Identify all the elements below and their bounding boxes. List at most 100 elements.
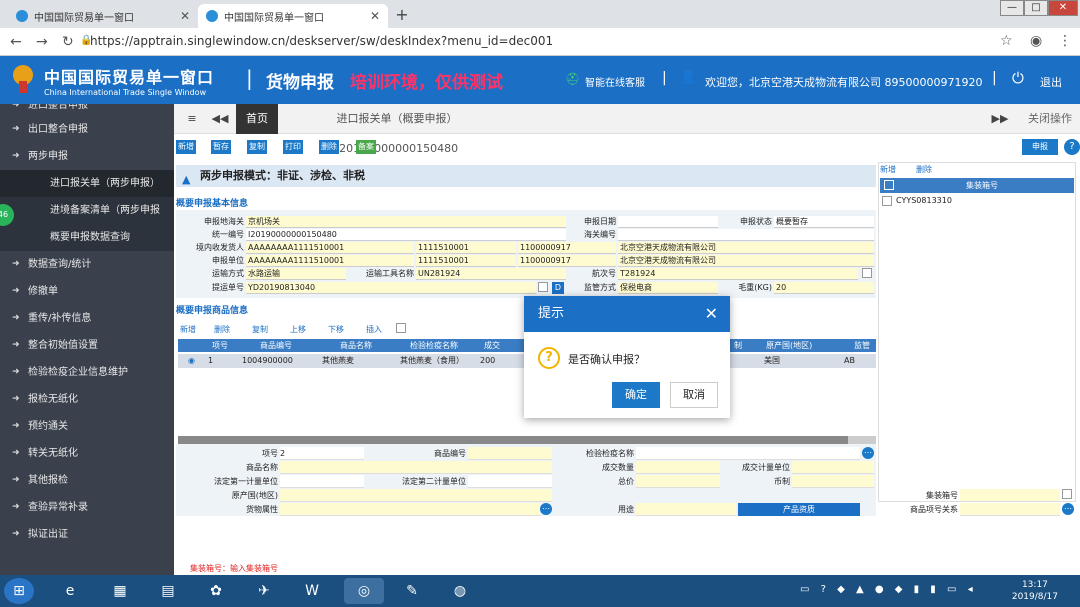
url-field[interactable]: https://apptrain.singlewindow.cn/deskser…: [90, 34, 553, 48]
gross-weight-field[interactable]: 20: [774, 282, 874, 294]
sidebar-item-other-inspection[interactable]: 其他报检: [0, 467, 174, 494]
reload-icon[interactable]: ↻: [62, 34, 74, 50]
horizontal-scrollbar[interactable]: [178, 436, 876, 444]
sidebar-item-inspection-exception[interactable]: 查验异常补录: [0, 494, 174, 521]
bl-lookup-icon[interactable]: D: [552, 282, 564, 294]
goods-code-field[interactable]: [468, 447, 552, 460]
profile-icon[interactable]: ◉: [1030, 33, 1042, 49]
browser-tab-1[interactable]: 中国国际贸易单一窗口 ✕: [8, 4, 198, 28]
sidebar-item-initial-settings[interactable]: 整合初始值设置: [0, 332, 174, 359]
sidebar-item-transit-paperless[interactable]: 转关无纸化: [0, 440, 174, 467]
declarant-code3-field[interactable]: 1100000917: [518, 255, 616, 267]
minimize-button[interactable]: —: [1000, 0, 1024, 16]
add-button[interactable]: 新增: [176, 140, 196, 154]
save-draft-button[interactable]: 暂存: [211, 140, 231, 154]
container-delete-button[interactable]: 删除: [916, 164, 932, 175]
scrollbar-thumb[interactable]: [178, 436, 848, 444]
sidebar-item-import-declaration[interactable]: 进口报关单（两步申报）: [0, 170, 174, 197]
delete-button[interactable]: 删除: [319, 140, 339, 154]
menu-icon[interactable]: ⋮: [1058, 33, 1072, 49]
consignee-code2-field[interactable]: 1111510001: [416, 242, 516, 254]
container-no-field[interactable]: [960, 489, 1060, 502]
sidebar-item-certificate[interactable]: 拟证出证: [0, 521, 174, 548]
more-icon[interactable]: ⋯: [1062, 503, 1074, 515]
scroll-right-icon[interactable]: ▶▶: [990, 104, 1010, 134]
cancel-button[interactable]: 取消: [670, 382, 718, 408]
origin-field[interactable]: [280, 489, 552, 502]
sidebar-item-retransmit[interactable]: 重传/补传信息: [0, 305, 174, 332]
goods-name-field[interactable]: [280, 461, 552, 474]
supervision-field[interactable]: 保税电商: [618, 282, 718, 294]
tab-import-declaration[interactable]: 进口报关单（概要申报）I20190000000150480: [282, 104, 512, 155]
word-icon[interactable]: W: [292, 578, 332, 604]
copy-button[interactable]: 复制: [247, 140, 267, 154]
currency-field[interactable]: [792, 475, 874, 488]
ciq-name-field[interactable]: [636, 447, 860, 460]
chrome-icon[interactable]: ◎: [344, 578, 384, 604]
declarant-name-field[interactable]: 北京空港天成物流有限公司: [618, 255, 874, 267]
bookmark-star-icon[interactable]: ☆: [1000, 33, 1013, 49]
print-button[interactable]: 打印: [283, 140, 303, 154]
sidebar-item-summary-query[interactable]: 概要申报数据查询: [0, 224, 174, 251]
goods-copy-button[interactable]: 复制: [250, 323, 270, 337]
paint-icon[interactable]: ✎: [392, 578, 432, 604]
scroll-left-icon[interactable]: ◀◀: [210, 104, 230, 134]
declarant-code-field[interactable]: AAAAAAAA1111510001: [246, 255, 414, 267]
close-window-button[interactable]: ✕: [1048, 0, 1078, 16]
goods-up-button[interactable]: 上移: [288, 323, 308, 337]
close-icon[interactable]: ✕: [705, 296, 718, 332]
close-operations-menu[interactable]: 关闭操作: [1020, 104, 1080, 134]
sidebar-item-two-step[interactable]: 两步申报: [0, 143, 174, 170]
consignee-code3-field[interactable]: 1100000917: [518, 242, 616, 254]
sidebar-item-ciq-enterprise[interactable]: 检验检疫企业信息维护: [0, 359, 174, 386]
sidebar-item-paperless-inspection[interactable]: 报检无纸化: [0, 386, 174, 413]
sidebar-item-data-query[interactable]: 数据查询/统计: [0, 251, 174, 278]
goods-insert-button[interactable]: 插入: [364, 323, 384, 337]
goods-add-button[interactable]: 新增: [178, 323, 198, 337]
close-tab-icon[interactable]: ✕: [370, 9, 380, 23]
tray-icons[interactable]: ▭ ? ◆ ▲ ● ◆ ▮ ▮ ▭ ◂: [800, 584, 977, 595]
item-relation-field[interactable]: [960, 503, 1060, 516]
wechat-icon[interactable]: ◍: [440, 578, 480, 604]
goods-delete-button[interactable]: 删除: [212, 323, 232, 337]
app-icon[interactable]: ▤: [148, 578, 188, 604]
new-tab-button[interactable]: +: [392, 5, 412, 25]
browser-tab-2[interactable]: 中国国际贸易单一窗口 ✕: [198, 4, 388, 28]
sidebar-item-appointment[interactable]: 预约通关: [0, 413, 174, 440]
container-row-checkbox[interactable]: [882, 196, 892, 206]
help-icon[interactable]: ?: [1064, 139, 1080, 155]
close-tab-icon[interactable]: ✕: [180, 9, 190, 23]
decl-date-field[interactable]: [618, 216, 718, 228]
sidebar-item-export-integrated[interactable]: 出口整合申报: [0, 116, 174, 143]
deal-qty-field[interactable]: [636, 461, 720, 474]
record-button[interactable]: 备案: [356, 140, 376, 154]
more-icon[interactable]: ⋯: [540, 503, 552, 515]
decl-customs-field[interactable]: 京机场关: [246, 216, 566, 228]
declare-button[interactable]: 申报: [1022, 139, 1058, 155]
consignee-code-field[interactable]: AAAAAAAA1111510001: [246, 242, 414, 254]
start-icon[interactable]: ⊞: [4, 578, 34, 604]
ie-icon[interactable]: e: [50, 578, 90, 604]
row-radio[interactable]: ◉: [188, 354, 195, 367]
total-field[interactable]: [636, 475, 720, 488]
usage-field[interactable]: [636, 503, 736, 516]
voyage-checkbox[interactable]: [862, 268, 872, 278]
transport-field[interactable]: 水路运输: [246, 268, 346, 280]
container-no-checkbox[interactable]: [1062, 489, 1072, 499]
sidebar-item-entry-record[interactable]: 进境备案清单（两步申报: [0, 197, 174, 224]
menu-toggle-icon[interactable]: ≡: [182, 104, 202, 134]
goods-attr-field[interactable]: [280, 503, 540, 516]
more-icon[interactable]: ⋯: [862, 447, 874, 459]
maximize-button[interactable]: □: [1024, 0, 1048, 16]
goods-checkbox[interactable]: [396, 323, 406, 333]
confirm-button[interactable]: 确定: [612, 382, 660, 408]
power-icon[interactable]: ⏻: [1012, 69, 1024, 87]
bl-checkbox[interactable]: [538, 282, 548, 292]
tab-home[interactable]: 首页: [236, 104, 278, 134]
app-icon[interactable]: ✈: [244, 578, 284, 604]
select-all-checkbox[interactable]: [884, 180, 894, 190]
back-icon[interactable]: ←: [10, 34, 22, 50]
explorer-icon[interactable]: ▦: [100, 578, 140, 604]
sidebar-item-revoke[interactable]: 修撤单: [0, 278, 174, 305]
bl-field[interactable]: YD20190813040: [246, 282, 536, 294]
